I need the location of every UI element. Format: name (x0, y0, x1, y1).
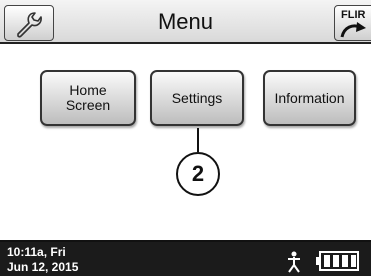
header-bar: Menu FLIR (0, 0, 371, 44)
settings-button[interactable]: Settings (150, 70, 244, 126)
home-screen-label: Home Screen (65, 82, 111, 113)
callout-number: 2 (176, 152, 220, 196)
flir-label: FLIR (341, 9, 366, 21)
battery-icon (316, 251, 359, 271)
status-date: Jun 12, 2015 (7, 260, 79, 274)
status-time: 10:11a, Fri (7, 245, 66, 259)
person-icon (288, 251, 300, 273)
device-screen: Menu FLIR Home Screen Settings Informati… (0, 0, 371, 276)
information-button[interactable]: Information (263, 70, 356, 126)
page-title: Menu (157, 9, 214, 34)
callout-leader-line (197, 128, 199, 152)
home-screen-button[interactable]: Home Screen (40, 70, 136, 126)
information-label: Information (274, 89, 345, 106)
refresh-arrow-icon (340, 22, 366, 38)
status-bar: 10:11a, Fri Jun 12, 2015 (0, 240, 371, 276)
flir-button[interactable]: FLIR (334, 5, 371, 41)
settings-label: Settings (171, 89, 223, 106)
